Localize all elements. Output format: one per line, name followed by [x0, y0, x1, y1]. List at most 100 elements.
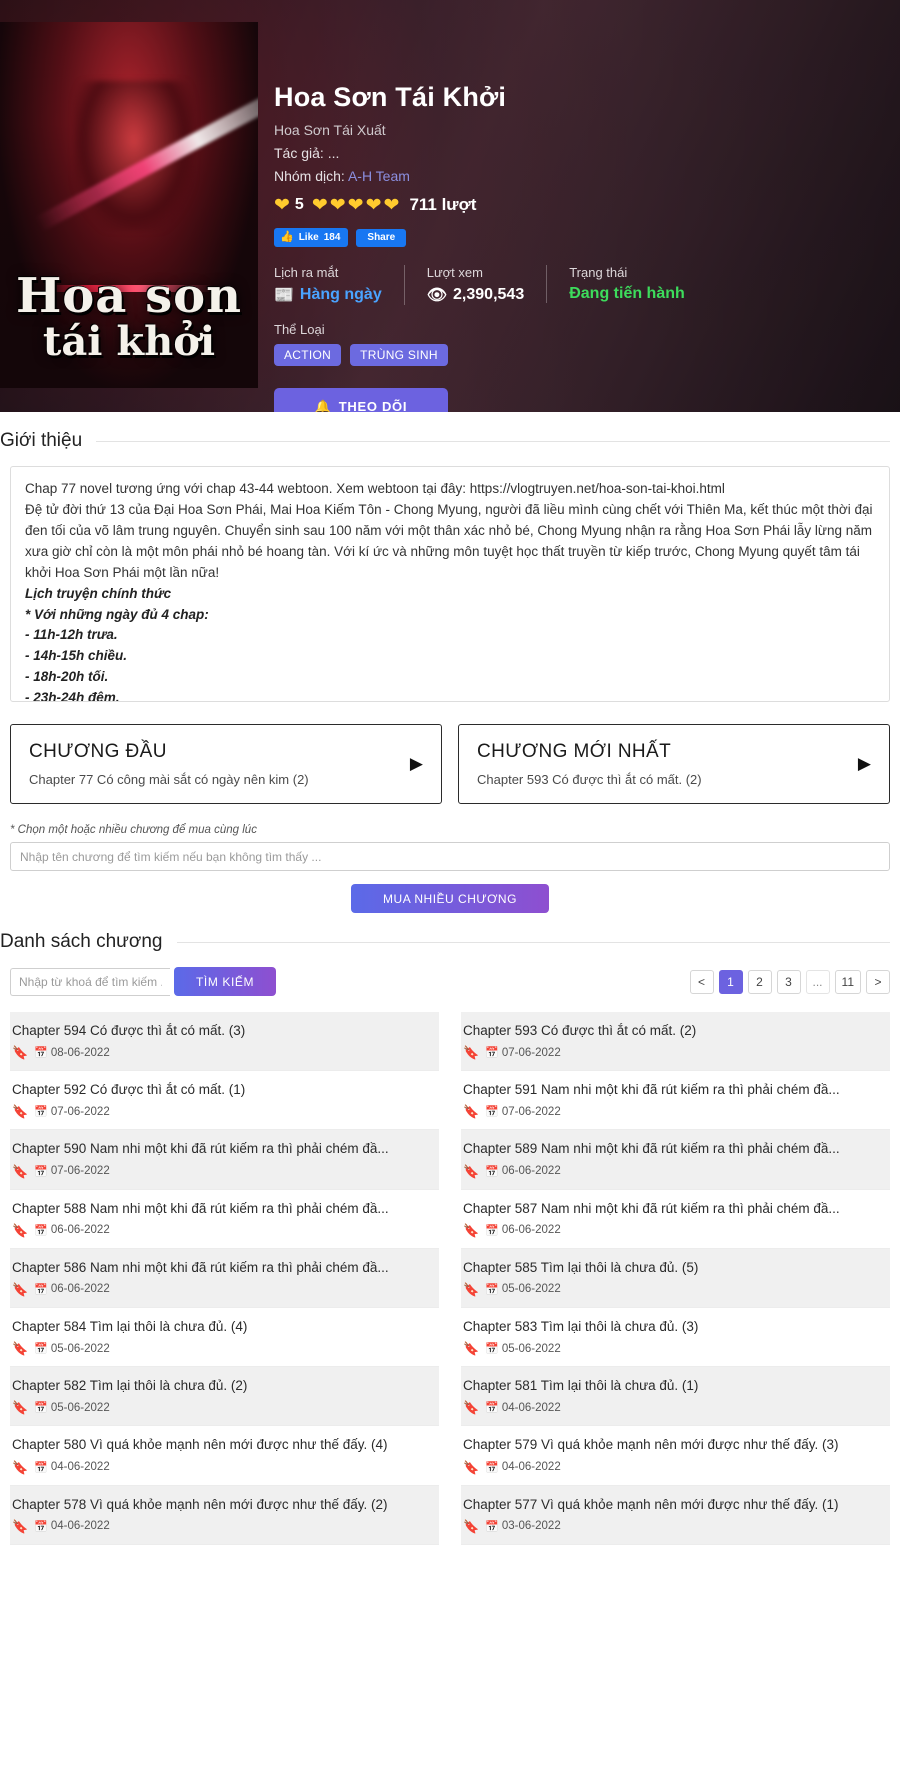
bookmark-icon[interactable]: 🔖 [463, 1046, 479, 1059]
chapter-meta: 🔖 📅 04-06-2022 [12, 1520, 429, 1533]
calendar-icon: 📅 [34, 1402, 48, 1415]
bookmark-icon[interactable]: 🔖 [12, 1165, 28, 1178]
heart-icon[interactable]: ❤ [330, 196, 346, 215]
chapter-meta: 🔖 📅 04-06-2022 [463, 1461, 880, 1474]
chapter-search-button[interactable]: TÌM KIẾM [174, 967, 277, 996]
chapter-date-text: 04-06-2022 [501, 1461, 561, 1473]
chapter-meta: 🔖 📅 05-06-2022 [463, 1283, 880, 1296]
bookmark-icon[interactable]: 🔖 [12, 1224, 28, 1237]
bookmark-icon[interactable]: 🔖 [463, 1401, 479, 1414]
chapter-date: 📅 06-06-2022 [485, 1224, 561, 1237]
chapter-list-item[interactable]: Chapter 591 Nam nhi một khi đã rút kiếm … [461, 1071, 890, 1131]
bookmark-icon[interactable]: 🔖 [463, 1105, 479, 1118]
chapter-date: 📅 07-06-2022 [485, 1105, 561, 1119]
calendar-icon: 📅 [34, 1283, 48, 1296]
chapter-name: Chapter 593 Có được thì ắt có mất. (2) [463, 1023, 697, 1038]
chapter-search-group: TÌM KIẾM [10, 967, 277, 996]
chapter-list-item[interactable]: Chapter 584 Tìm lại thôi là chưa đủ. (4)… [10, 1308, 439, 1368]
heart-icon[interactable]: ❤ [366, 196, 382, 215]
bookmark-icon[interactable]: 🔖 [12, 1401, 28, 1414]
genre-tag-trung-sinh[interactable]: TRÙNG SINH [350, 344, 448, 367]
calendar-icon: 📅 [485, 1165, 499, 1178]
chapter-list-item[interactable]: Chapter 581 Tìm lại thôi là chưa đủ. (1)… [461, 1367, 890, 1427]
chapter-list-item[interactable]: Chapter 592 Có được thì ắt có mất. (1) 🔖 📅… [10, 1071, 439, 1131]
chapter-list-item[interactable]: Chapter 594 Có được thì ắt có mất. (3) 🔖 📅… [10, 1012, 439, 1072]
follow-button[interactable]: 🔔 THEO DÕI [274, 388, 448, 412]
chapter-date-text: 05-06-2022 [501, 1342, 561, 1355]
pagination-page-1[interactable]: 1 [718, 969, 743, 994]
description-box[interactable]: Chap 77 novel tương ứng với chap 43-44 w… [10, 466, 890, 702]
stat-release-schedule: Lịch ra mắt 📰 Hàng ngày [274, 265, 404, 305]
pagination-page-11[interactable]: 11 [834, 969, 861, 994]
calendar-icon: 📅 [34, 1047, 48, 1060]
chapter-search-input[interactable] [10, 967, 170, 996]
pagination-page-2[interactable]: 2 [747, 969, 772, 994]
buy-multiple-chapters-button[interactable]: MUA NHIỀU CHƯƠNG [351, 884, 549, 913]
chapter-date-text: 07-06-2022 [50, 1165, 110, 1178]
translator-link[interactable]: A-H Team [348, 168, 410, 184]
chapter-list-item[interactable]: Chapter 583 Tìm lại thôi là chưa đủ. (3)… [461, 1308, 890, 1368]
bookmark-icon[interactable]: 🔖 [463, 1342, 479, 1355]
pagination-page-3[interactable]: 3 [776, 969, 801, 994]
chapter-list-item[interactable]: Chapter 589 Nam nhi một khi đã rút kiếm … [461, 1130, 890, 1190]
chapter-name: Chapter 580 Vì quá khỏe mạnh nên mới đượ… [12, 1437, 388, 1453]
bookmark-icon[interactable]: 🔖 [12, 1461, 28, 1474]
facebook-like-button[interactable]: 👍 Like 184 [274, 228, 349, 248]
chapter-list-item[interactable]: Chapter 593 Có được thì ắt có mất. (2) 🔖 📅… [461, 1012, 890, 1072]
chapter-date: 📅 07-06-2022 [34, 1165, 110, 1178]
bookmark-icon[interactable]: 🔖 [12, 1283, 28, 1296]
chapter-list-item[interactable]: Chapter 578 Vì quá khỏe mạnh nên mới đượ… [10, 1485, 439, 1545]
chapter-name: Chapter 587 Nam nhi một khi đã rút kiếm … [463, 1200, 840, 1216]
heart-icon[interactable]: ❤ [384, 196, 400, 215]
calendar-icon: 📅 [485, 1343, 499, 1356]
facebook-share-button[interactable]: Share [356, 228, 407, 247]
bookmark-icon[interactable]: 🔖 [12, 1046, 28, 1059]
heart-icon: ❤ [274, 194, 290, 216]
buy-hint-text: * Chọn một hoặc nhiều chương để mua cùng… [10, 824, 257, 836]
chapter-date-text: 07-06-2022 [501, 1105, 561, 1118]
chapter-date: 📅 07-06-2022 [34, 1105, 110, 1119]
chapter-name: Chapter 578 Vì quá khỏe mạnh nên mới đượ… [12, 1496, 388, 1512]
stat-views: Lượt xem 👁 2,390,543 [403, 265, 547, 306]
calendar-icon: 📅 [485, 1520, 499, 1533]
bookmark-icon[interactable]: 🔖 [463, 1461, 479, 1474]
genre-tag-action[interactable]: ACTION [274, 344, 342, 367]
bookmark-icon[interactable]: 🔖 [12, 1520, 28, 1533]
chapter-list-item[interactable]: Chapter 590 Nam nhi một khi đã rút kiếm … [10, 1130, 439, 1190]
chapter-list-item[interactable]: Chapter 587 Nam nhi một khi đã rút kiếm … [461, 1190, 890, 1249]
heart-icon[interactable]: ❤ [348, 196, 364, 215]
chapter-list-item[interactable]: Chapter 586 Nam nhi một khi đã rút kiếm … [10, 1248, 439, 1308]
eye-icon: 👁 [426, 287, 448, 305]
chapter-date: 📅 05-06-2022 [485, 1342, 561, 1356]
chapter-list-item[interactable]: Chapter 582 Tìm lại thôi là chưa đủ. (2)… [10, 1367, 439, 1427]
translator-label: Nhóm dịch: [274, 168, 345, 185]
bookmark-icon[interactable]: 🔖 [12, 1342, 28, 1355]
bookmark-icon[interactable]: 🔖 [463, 1165, 479, 1178]
chapter-list-item[interactable]: Chapter 585 Tìm lại thôi là chưa đủ. (5)… [461, 1248, 890, 1308]
cover-image[interactable]: Hoa son tái khởi [0, 22, 258, 388]
genre-tags: ACTION TRÙNG SINH [274, 344, 876, 367]
chapter-list-item[interactable]: Chapter 577 Vì quá khỏe mạnh nên mới đượ… [461, 1485, 890, 1545]
pagination-next[interactable]: > [866, 969, 890, 994]
bookmark-icon[interactable]: 🔖 [463, 1224, 479, 1237]
chapter-name: Chapter 579 Vì quá khỏe mạnh nên mới đượ… [463, 1437, 839, 1453]
chapter-date: 📅 03-06-2022 [485, 1520, 561, 1533]
pagination-prev[interactable]: < [689, 969, 714, 994]
chapter-list-item[interactable]: Chapter 579 Vì quá khỏe mạnh nên mới đượ… [461, 1426, 890, 1486]
cover-title-sub: tái khởi [42, 318, 216, 365]
bookmark-icon[interactable]: 🔖 [463, 1520, 479, 1533]
bookmark-icon[interactable]: 🔖 [12, 1105, 28, 1118]
first-chapter-card[interactable]: CHƯƠNG ĐẦU Chapter 77 Có công mài sắt có… [10, 724, 442, 804]
chapter-meta: 🔖 📅 07-06-2022 [463, 1046, 880, 1059]
latest-chapter-title: CHƯƠNG MỚI NHẤT [477, 741, 672, 762]
bookmark-icon[interactable]: 🔖 [463, 1283, 479, 1296]
stat-label: Lịch ra mắt [274, 265, 339, 281]
chapter-list-item[interactable]: Chapter 580 Vì quá khỏe mạnh nên mới đượ… [10, 1426, 439, 1486]
heart-icon[interactable]: ❤ [312, 196, 328, 215]
chapter-date: 📅 08-06-2022 [34, 1046, 110, 1060]
chapter-meta: 🔖 📅 03-06-2022 [463, 1520, 880, 1533]
chapter-list-item[interactable]: Chapter 588 Nam nhi một khi đã rút kiếm … [10, 1190, 439, 1249]
latest-chapter-card[interactable]: CHƯƠNG MỚI NHẤT Chapter 593 Có được thì … [458, 724, 890, 804]
facebook-like-label: Like [298, 231, 319, 243]
buy-chapter-search-input[interactable] [10, 842, 890, 871]
